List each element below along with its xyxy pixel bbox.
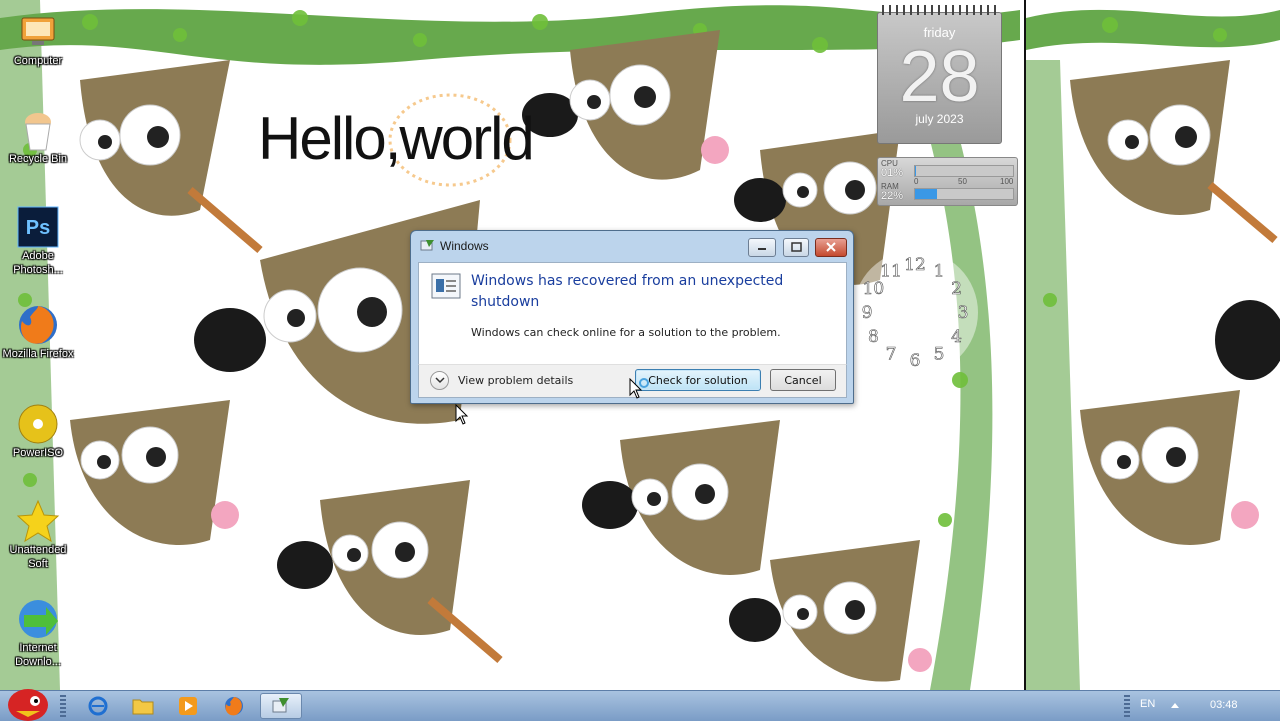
clock-number: 2 [951,279,962,299]
photoshop-icon: Ps [16,205,60,249]
clock-hand [896,281,917,314]
clock-number: 5 [934,345,945,365]
dialog-title: Windows [440,239,489,253]
clock-hand [879,311,916,343]
desktop-icon-firefox[interactable]: Mozilla Firefox [2,303,74,361]
start-button[interactable] [2,681,50,721]
clock-number: 4 [951,327,962,347]
windows-problem-icon [272,698,289,713]
clock-number: 12 [904,255,926,275]
cancel-button[interactable]: Cancel [770,369,836,391]
meter-scale-mid: 50 [958,177,967,186]
wallpaper-hello-text: Hello,world [258,105,535,172]
calendar-month-year: july 2023 [915,112,964,126]
photoshop-glyph: Ps [26,217,50,239]
desktop-icon-poweriso[interactable]: PowerISO [2,402,74,460]
busy-pointer-icon [629,378,649,399]
document-icon [431,273,461,299]
clock-number: 1 [934,261,945,281]
dialog-heading: Windows has recovered from an unexpected… [471,273,784,310]
taskbar-grip [60,695,66,717]
clock-number: 11 [880,261,902,281]
language-indicator[interactable]: EN [1140,698,1155,710]
clock-number: 3 [958,303,969,323]
calendar-rings [882,5,997,15]
computer-icon [16,10,60,54]
desktop-icon-photoshop[interactable]: Ps Adobe Photosh... [2,205,74,277]
maximize-button[interactable] [783,238,809,257]
taskbar: EN 03:48 [0,689,1280,721]
poweriso-icon [16,402,60,446]
calendar-gadget[interactable]: friday 28 july 2023 [877,5,1002,144]
show-hidden-icons-icon[interactable] [1170,701,1180,709]
chevron-down-icon [430,370,449,390]
ram-value: 22% [881,190,904,202]
calendar-date: 28 [899,37,980,117]
clock-number: 8 [868,327,879,347]
clock-number: 9 [862,303,873,323]
tray-grip [1124,695,1130,717]
ram-bar-fill [915,189,937,199]
folder-icon [132,699,154,715]
close-icon [826,242,836,252]
internet-explorer-icon [88,696,108,716]
clock-number: 7 [886,345,897,365]
desktop-icon-unattended-soft[interactable]: Unattended Soft [2,499,74,571]
close-button[interactable] [815,238,847,257]
start-orb-icon [8,689,48,721]
taskbar-media-player[interactable] [168,693,208,719]
clock-face: 12 12 3 45678 9 1011 [861,255,969,372]
recycle-bin-icon [16,108,60,152]
taskbar-folder[interactable] [123,693,163,719]
firefox-icon [225,697,243,716]
cpu-meter-gadget[interactable]: CPU 01% RAM 22% 0 50 100 [877,157,1018,206]
ram-bar [914,188,1014,200]
desktop-icon-computer[interactable]: Computer [2,10,74,68]
dialog-message: Windows can check online for a solution … [471,326,781,339]
desktop-icon-internet-download[interactable]: Internet Downlo... [2,597,74,669]
minimize-icon [758,248,766,250]
dialog-body: Windows has recovered from an unexpected… [418,262,847,366]
mouse-pointer-icon [455,404,469,425]
clock-number: 10 [863,279,885,299]
minimize-button[interactable] [748,238,776,257]
taskbar-firefox[interactable] [214,693,254,719]
media-player-icon [179,697,197,715]
clock-time[interactable]: 03:48 [1210,699,1238,711]
screen-divider [1024,0,1026,690]
meter-scale-start: 0 [914,177,919,186]
star-icon [16,499,60,543]
taskbar-internet-explorer[interactable] [78,693,118,719]
maximize-icon [791,242,802,252]
view-problem-details-toggle[interactable]: View problem details [430,365,573,395]
firefox-icon [16,303,60,347]
windows-problem-icon [420,238,436,254]
desktop-icon-recycle-bin[interactable]: Recycle Bin [2,108,74,166]
clock-number: 6 [910,351,921,371]
cpu-bar-fill [915,166,916,176]
meter-scale-end: 100 [1000,177,1014,186]
taskbar-windows-problem[interactable] [260,693,302,719]
cpu-bar [914,165,1014,177]
internet-download-icon [16,597,60,641]
desktop[interactable]: Hello,world Computer Recycle Bin Ps Adob… [0,0,1280,690]
clock-hand [914,310,957,321]
clock-gadget[interactable]: 12 1 2 3 4 5 6 7 8 9 10 11 [853,250,978,375]
view-problem-details-label: View problem details [458,373,574,387]
check-for-solution-button[interactable]: Check for solution [635,369,761,391]
cpu-value: 01% [881,167,904,179]
dialog-titlebar[interactable]: Windows [411,231,853,261]
